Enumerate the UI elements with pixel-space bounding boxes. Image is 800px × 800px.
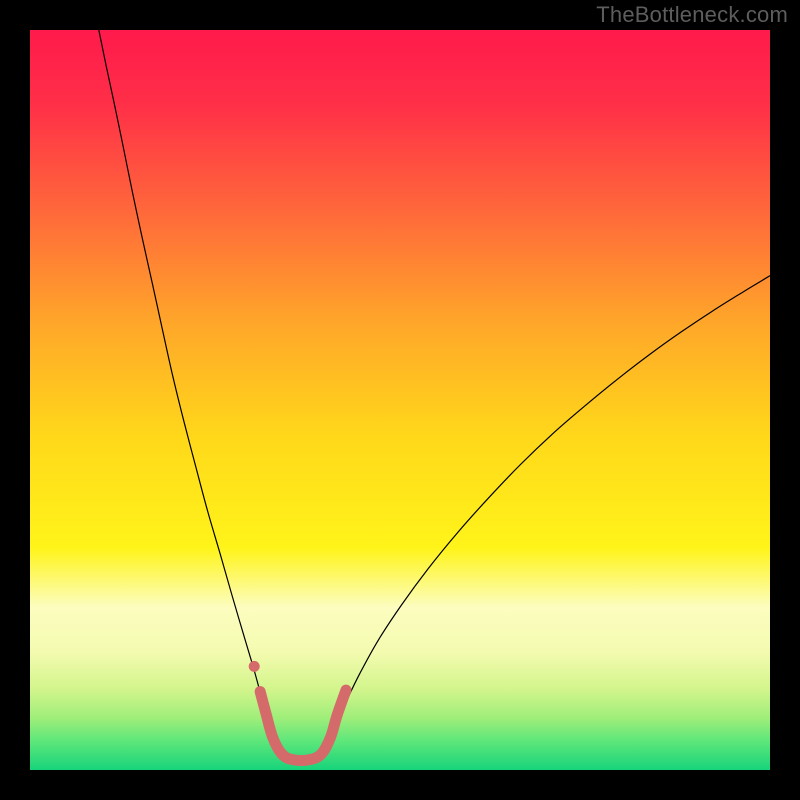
- chart-svg: [30, 30, 770, 770]
- watermark-text: TheBottleneck.com: [596, 2, 788, 28]
- chart-background-gradient: [30, 30, 770, 770]
- chart-frame: TheBottleneck.com: [0, 0, 800, 800]
- series-marker-dot: [249, 661, 260, 672]
- chart-plot-area: [30, 30, 770, 770]
